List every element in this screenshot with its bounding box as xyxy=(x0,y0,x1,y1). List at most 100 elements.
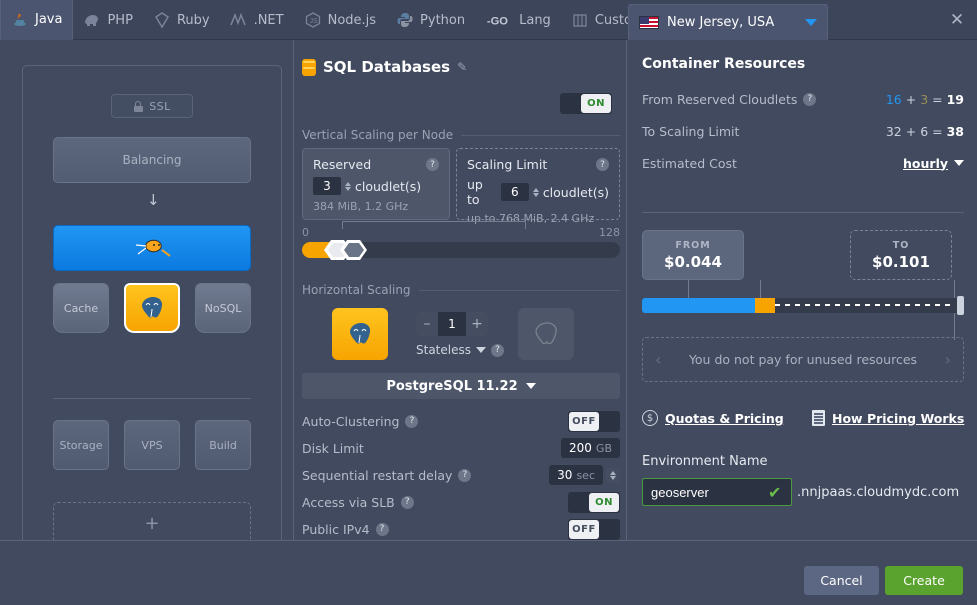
tab-go[interactable]: -GO Lang xyxy=(475,0,561,40)
dotnet-icon xyxy=(229,11,248,29)
region-selector[interactable]: New Jersey, USA xyxy=(628,4,828,40)
environment-name-row: ✔ .nnjpaas.cloudmydc.com xyxy=(642,478,959,506)
go-icon: -GO xyxy=(485,11,513,29)
disk-limit-field[interactable]: 200 GB xyxy=(561,438,620,458)
node-settings-panel: SQL Databases ✎ ON Vertical Scaling per … xyxy=(293,40,627,565)
tab-label: Node.js xyxy=(327,12,377,28)
node-balancing[interactable]: Balancing xyxy=(53,137,251,183)
help-icon[interactable]: ? xyxy=(375,522,389,536)
horizontal-node-selected[interactable] xyxy=(332,308,388,360)
stateless-dropdown[interactable]: Stateless ? xyxy=(416,343,512,357)
node-count-stepper[interactable]: – 1 + xyxy=(416,312,488,336)
tab-label: Python xyxy=(420,12,466,28)
pencil-icon[interactable]: ✎ xyxy=(457,60,467,74)
option-label: Access via SLB ? xyxy=(302,495,568,510)
price-slider-limit-fill xyxy=(755,298,775,313)
quotas-pricing-link[interactable]: $ Quotas & Pricing xyxy=(642,410,784,426)
node-cache[interactable]: Cache xyxy=(53,283,109,333)
node-label: NoSQL xyxy=(204,301,242,315)
node-app-server[interactable] xyxy=(53,225,251,271)
limit-stepper[interactable] xyxy=(532,187,539,197)
option-row-access-slb: Access via SLB ? ON xyxy=(302,489,620,515)
access-slb-toggle[interactable]: ON xyxy=(568,491,620,513)
master-toggle[interactable]: ON xyxy=(560,93,612,114)
prev-arrow-icon[interactable]: ‹ xyxy=(655,350,661,369)
node-label: VPS xyxy=(141,438,163,452)
ssl-badge[interactable]: SSL xyxy=(111,94,193,118)
option-row-disk-limit: Disk Limit 200 GB xyxy=(302,435,620,461)
restart-delay-field[interactable]: 30 sec xyxy=(549,465,603,485)
create-button[interactable]: Create xyxy=(885,566,963,595)
cloudlet-slider[interactable] xyxy=(302,240,620,260)
help-icon[interactable]: ? xyxy=(490,343,504,357)
option-row-public-ipv4: Public IPv4 ? OFF xyxy=(302,516,620,542)
lock-icon xyxy=(133,100,144,112)
toggle-knob: ON xyxy=(589,492,619,512)
billing-period-dropdown[interactable]: hourly xyxy=(903,156,948,171)
chevron-down-icon[interactable] xyxy=(475,347,486,353)
increment-button[interactable]: + xyxy=(466,312,488,336)
vertical-scaling-header: Vertical Scaling per Node xyxy=(302,128,620,142)
limit-input[interactable]: 6 xyxy=(500,183,529,201)
cancel-button[interactable]: Cancel xyxy=(804,566,879,595)
value-b: 6 xyxy=(920,123,929,139)
reserved-cloudlets-box: Reserved ? 3 cloudlet(s) 384 MiB, 1.2 GH… xyxy=(302,148,450,220)
arrow-down-icon: ↓ xyxy=(147,191,160,209)
node-label: Cache xyxy=(63,301,99,315)
disk-limit-value: 200 xyxy=(569,441,592,455)
equals-sign: = xyxy=(932,123,943,139)
how-pricing-works-link[interactable]: How Pricing Works xyxy=(812,410,964,426)
tab-dotnet[interactable]: .NET xyxy=(220,0,294,40)
dialog-footer: Cancel Create xyxy=(0,540,977,605)
tab-java[interactable]: Java xyxy=(0,0,74,40)
tab-ruby[interactable]: Ruby xyxy=(143,0,220,40)
toggle-knob: ON xyxy=(581,94,611,113)
close-icon[interactable]: ✕ xyxy=(945,8,969,32)
price-to-card: TO $0.101 xyxy=(850,230,952,280)
price-slider[interactable] xyxy=(642,296,964,315)
restart-delay-stepper[interactable] xyxy=(606,467,620,483)
reserved-input[interactable]: 3 xyxy=(313,177,341,195)
reserved-sub: 384 MiB, 1.2 GHz xyxy=(313,200,409,213)
option-text: Public IPv4 xyxy=(302,521,370,537)
help-icon[interactable]: ? xyxy=(803,92,817,106)
toggle-knob: OFF xyxy=(569,519,599,539)
chevron-down-icon[interactable] xyxy=(525,383,536,389)
divider xyxy=(461,134,620,136)
next-arrow-icon[interactable]: › xyxy=(945,350,951,369)
help-icon[interactable]: ? xyxy=(426,158,439,171)
tab-php[interactable]: PHP xyxy=(73,0,142,40)
node-postgresql[interactable] xyxy=(124,283,180,333)
option-label: Disk Limit xyxy=(302,441,561,456)
option-text: Disk Limit xyxy=(302,440,364,456)
from-reserved-value: 16 + 3 = 19 xyxy=(886,92,964,107)
horizontal-node-ghost[interactable] xyxy=(518,308,574,360)
auto-clustering-toggle[interactable]: OFF xyxy=(568,410,620,432)
reserved-stepper[interactable] xyxy=(345,181,351,191)
node-build[interactable]: Build xyxy=(195,420,251,470)
chevron-down-icon[interactable] xyxy=(954,160,964,166)
node-storage[interactable]: Storage xyxy=(53,420,109,470)
decrement-button[interactable]: – xyxy=(416,312,438,336)
tab-python[interactable]: Python xyxy=(386,0,475,40)
tab-nodejs[interactable]: JS Node.js xyxy=(294,0,386,40)
toggle-knob: OFF xyxy=(569,411,599,431)
slider-handle-limit[interactable] xyxy=(340,238,368,262)
price-slider-endcap[interactable] xyxy=(957,296,964,315)
help-icon[interactable]: ? xyxy=(596,158,609,171)
add-node-button[interactable]: + xyxy=(53,502,251,544)
chevron-down-icon[interactable] xyxy=(805,19,817,26)
public-ipv4-toggle[interactable]: OFF xyxy=(568,518,620,540)
region-label: New Jersey, USA xyxy=(667,15,775,30)
help-icon[interactable]: ? xyxy=(458,468,472,482)
node-vps[interactable]: VPS xyxy=(124,420,180,470)
option-text: Auto-Clustering xyxy=(302,413,400,429)
node-nosql[interactable]: NoSQL xyxy=(195,283,251,333)
restart-delay-value: 30 xyxy=(557,468,573,482)
help-icon[interactable]: ? xyxy=(400,495,414,509)
help-icon[interactable]: ? xyxy=(405,414,419,428)
db-version-dropdown[interactable]: PostgreSQL 11.22 xyxy=(302,373,620,399)
value-a: 32 xyxy=(885,123,902,139)
python-icon xyxy=(396,11,414,29)
node-count-value[interactable]: 1 xyxy=(438,312,466,336)
